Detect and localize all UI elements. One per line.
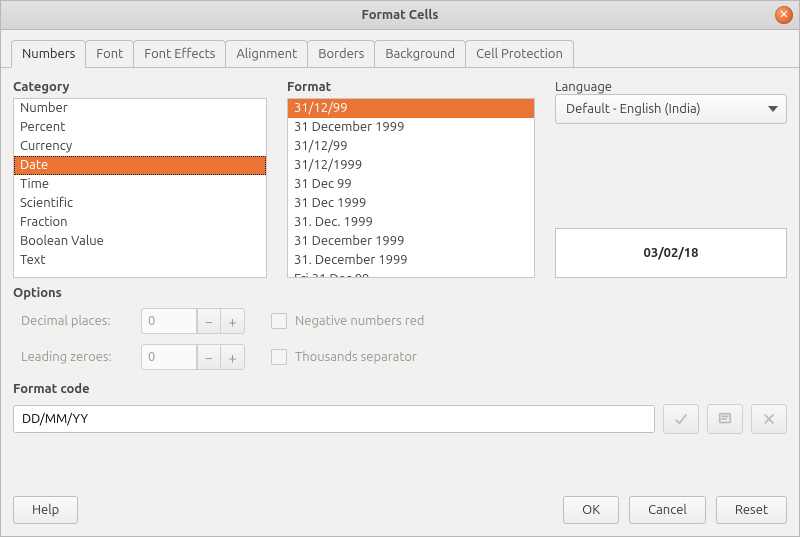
format-cells-dialog: Format Cells ✕ Numbers Font Font Effects… [0,0,800,537]
list-item[interactable]: 31 December 1999 [288,232,534,251]
list-item[interactable]: 31/12/99 [288,99,534,118]
tabbar: Numbers Font Font Effects Alignment Bord… [1,30,799,68]
decimal-plus-button: + [221,308,245,334]
format-label: Format [287,80,535,94]
list-item[interactable]: 31/12/99 [288,137,534,156]
window-title: Format Cells [361,8,438,22]
list-item[interactable]: 31. December 1999 [288,251,534,270]
note-icon [718,412,732,426]
language-value: Default - English (India) [566,102,701,116]
dialog-footer: Help OK Cancel Reset [1,484,799,536]
list-item[interactable]: Number [14,99,266,118]
negative-red-check: Negative numbers red [271,313,521,329]
leading-zeroes-input [141,344,197,370]
decimal-places-input [141,308,197,334]
ok-button[interactable]: OK [563,496,619,524]
decimal-places-spinner: − + [141,308,251,334]
tab-font[interactable]: Font [85,40,134,67]
tab-font-effects[interactable]: Font Effects [133,40,226,67]
list-item[interactable]: Time [14,175,266,194]
checkbox-icon [271,313,287,329]
list-item[interactable]: Fri 31 Dec 99 [288,270,534,277]
list-item[interactable]: 31 Dec 1999 [288,194,534,213]
cancel-button[interactable]: Cancel [629,496,706,524]
thousands-label: Thousands separator [295,350,417,364]
remove-format-button [751,404,787,434]
list-item[interactable]: 31 December 1999 [288,118,534,137]
close-button[interactable]: ✕ [775,6,793,24]
help-button[interactable]: Help [13,496,78,524]
tab-alignment[interactable]: Alignment [225,40,308,67]
category-label: Category [13,80,267,94]
preview-value: 03/02/18 [644,246,699,260]
x-icon [762,412,776,426]
chevron-down-icon [768,106,778,112]
tab-borders[interactable]: Borders [307,40,375,67]
leading-minus-button: − [197,344,221,370]
list-item[interactable]: Date [14,156,266,175]
list-item[interactable]: Percent [14,118,266,137]
format-code-input[interactable] [13,405,655,433]
decimal-minus-button: − [197,308,221,334]
close-icon: ✕ [779,10,788,21]
titlebar: Format Cells ✕ [1,1,799,30]
list-item[interactable]: 31. Dec. 1999 [288,213,534,232]
format-listbox[interactable]: 31/12/9931 December 199931/12/9931/12/19… [287,98,535,278]
decimal-places-label: Decimal places: [21,314,141,328]
reset-button[interactable]: Reset [716,496,787,524]
language-combo[interactable]: Default - English (India) [555,94,787,124]
tab-cell-protection[interactable]: Cell Protection [465,40,574,67]
tab-numbers[interactable]: Numbers [11,40,86,68]
list-item[interactable]: Text [14,251,266,270]
apply-format-button [663,404,699,434]
leading-plus-button: + [221,344,245,370]
negative-red-label: Negative numbers red [295,314,424,328]
thousands-check: Thousands separator [271,349,521,365]
list-item[interactable]: 31 Dec 99 [288,175,534,194]
format-code-label: Format code [13,382,787,396]
language-label: Language [555,80,787,94]
options-label: Options [13,286,787,300]
list-item[interactable]: Currency [14,137,266,156]
check-icon [674,412,688,426]
leading-zeroes-spinner: − + [141,344,251,370]
checkbox-icon [271,349,287,365]
list-item[interactable]: Scientific [14,194,266,213]
tab-background[interactable]: Background [374,40,466,67]
category-listbox[interactable]: NumberPercentCurrencyDateTimeScientificF… [13,98,267,278]
list-item[interactable]: Fraction [14,213,266,232]
edit-comment-button [707,404,743,434]
leading-zeroes-label: Leading zeroes: [21,350,141,364]
list-item[interactable]: 31/12/1999 [288,156,534,175]
list-item[interactable]: Boolean Value [14,232,266,251]
format-preview: 03/02/18 [555,228,787,278]
